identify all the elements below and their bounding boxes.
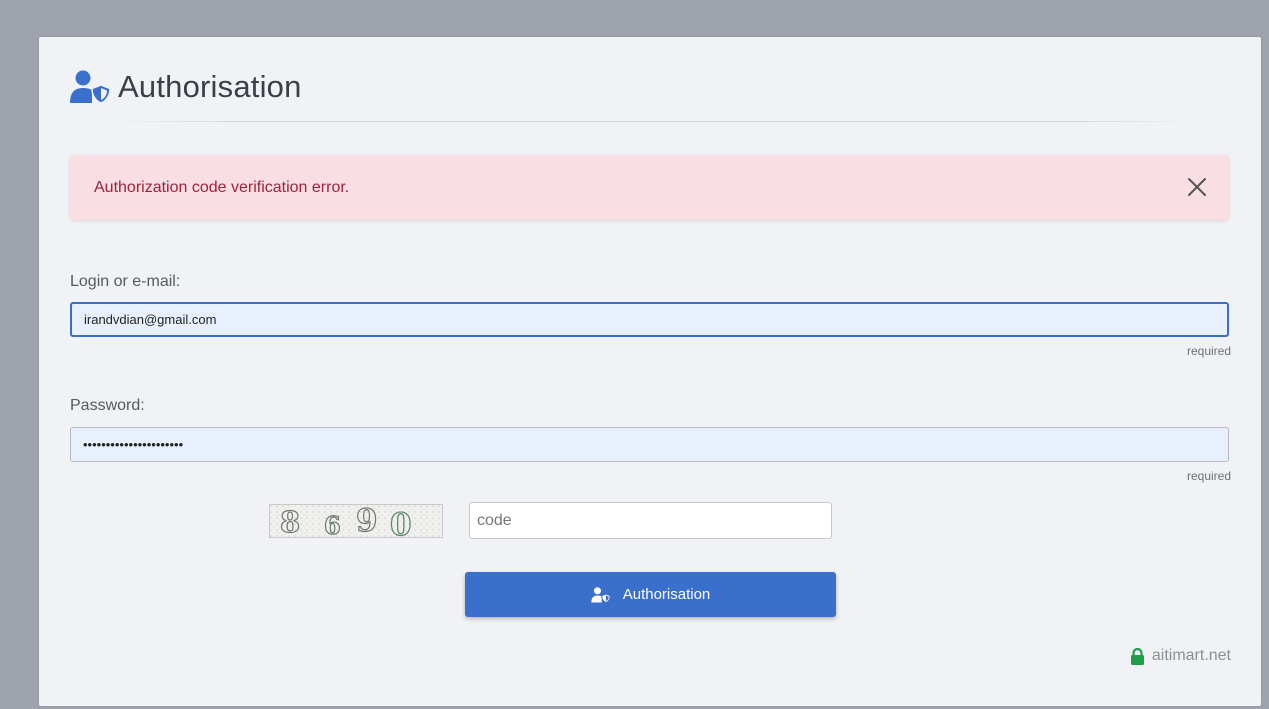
captcha-digit: 9 [356, 505, 378, 537]
captcha-digit: 6 [324, 511, 341, 537]
header-divider [109, 121, 1199, 122]
site-domain[interactable]: aitimart.net [1152, 647, 1231, 665]
lock-icon [1130, 647, 1144, 665]
captcha-digit: 0 [390, 507, 412, 537]
captcha-code-input[interactable] [469, 502, 832, 539]
login-label: Login or e-mail: [70, 273, 181, 290]
site-footer: aitimart.net [1130, 647, 1231, 665]
error-alert: Authorization code verification error. [70, 155, 1229, 220]
page-header: Authorisation [70, 69, 302, 105]
user-shield-icon [70, 70, 111, 104]
login-required-hint: required [1186, 344, 1231, 358]
password-label: Password: [70, 397, 145, 414]
captcha-image: 8 6 9 0 [269, 502, 443, 544]
login-input[interactable] [70, 302, 1229, 337]
password-input[interactable] [70, 427, 1229, 462]
captcha-digit: 8 [280, 505, 300, 537]
password-required-hint: required [1186, 469, 1231, 483]
authorisation-button-label: Authorisation [622, 586, 711, 603]
error-message: Authorization code verification error. [94, 178, 350, 196]
authorisation-button[interactable]: Authorisation [465, 572, 836, 617]
page-title: Authorisation [118, 69, 302, 104]
auth-card: Authorisation Authorization code verific… [39, 37, 1261, 706]
close-icon[interactable] [1187, 177, 1207, 197]
user-shield-icon [591, 586, 611, 603]
